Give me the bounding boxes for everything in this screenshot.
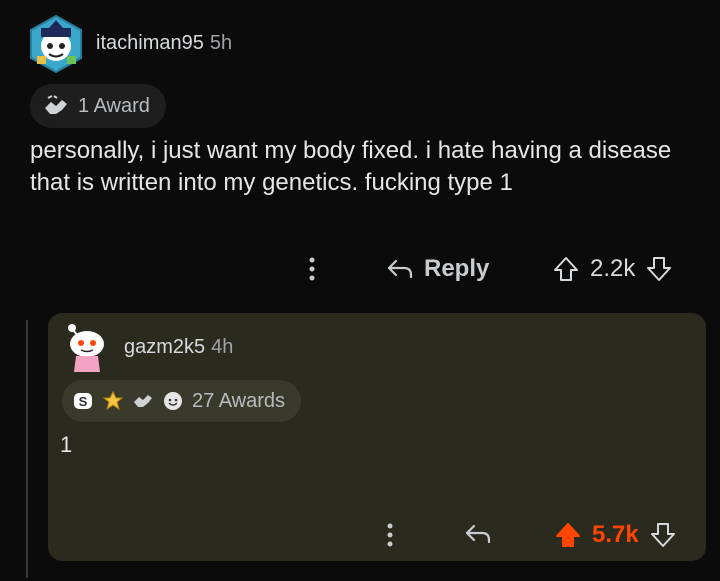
downvote-arrow-icon[interactable]: [645, 255, 673, 283]
reply-body: 1: [60, 432, 73, 457]
comment-header: itachiman95 5h: [96, 32, 232, 55]
comment-time: 5h: [209, 32, 233, 54]
thread-line[interactable]: [26, 320, 28, 578]
more-options-button[interactable]: [306, 249, 318, 289]
award-count: 1 Award: [78, 94, 150, 117]
reply-award-count: 27 Awards: [192, 389, 286, 412]
snoo-avatar-icon: [68, 324, 104, 372]
reply-award-badge[interactable]: S 27 Awards: [62, 380, 302, 422]
comment-body: personally, i just want my body fixed. i…: [30, 137, 672, 196]
gold-award-icon: [102, 390, 124, 411]
downvote-arrow-icon[interactable]: [649, 521, 677, 549]
reply-arrow-icon: [387, 259, 413, 279]
vote-group: 2.2k: [552, 249, 673, 289]
helpful-hands-award-icon: [134, 395, 152, 407]
reply-button[interactable]: Reply: [386, 249, 489, 289]
upvote-arrow-icon[interactable]: [552, 255, 580, 283]
wholesome-award-icon: [164, 392, 182, 410]
reply-arrow-icon: [465, 524, 491, 544]
reply-time: 4h: [211, 336, 234, 358]
avatar-icon: [30, 14, 82, 74]
reply-reply-button[interactable]: [464, 522, 492, 551]
kebab-dots-icon: [309, 257, 315, 281]
reply-more-options-button[interactable]: [384, 518, 396, 552]
comment-username[interactable]: itachiman95: [96, 32, 204, 54]
reply-username[interactable]: gazm2k5: [124, 336, 205, 358]
award-badge[interactable]: 1 Award: [30, 84, 166, 128]
reply-score: 5.7k: [592, 521, 639, 548]
helpful-hands-award-icon: [45, 95, 67, 114]
reply-vote-group: 5.7k: [554, 518, 677, 552]
svg-text:S: S: [79, 394, 88, 409]
silver-award-icon: S: [74, 393, 92, 409]
upvote-arrow-icon[interactable]: [554, 521, 582, 549]
reply-label: Reply: [424, 255, 490, 282]
comment-score: 2.2k: [590, 255, 636, 282]
kebab-dots-icon: [387, 523, 393, 547]
reply-avatar[interactable]: [64, 322, 110, 374]
reply-header: gazm2k5 4h: [124, 336, 233, 359]
user-avatar[interactable]: [27, 14, 85, 74]
